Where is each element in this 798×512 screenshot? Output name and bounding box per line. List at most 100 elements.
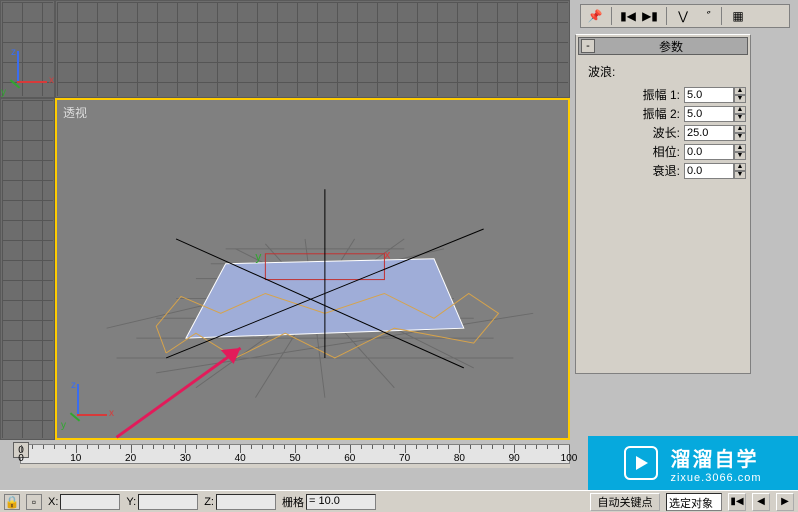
coord-x: X: (48, 494, 120, 510)
time-tick-label: 60 (344, 453, 355, 464)
time-tick-label: 80 (454, 453, 465, 464)
spinner-down-icon[interactable]: ▼ (734, 114, 746, 122)
rollout-header[interactable]: - 参数 (578, 37, 748, 55)
viewport-top-left[interactable]: z x y (0, 0, 55, 98)
param-label: 振幅 1: (630, 86, 680, 103)
spinner-up-icon[interactable]: ▲ (734, 125, 746, 133)
grid-label: 栅格 (282, 494, 304, 510)
time-minor-tick (163, 445, 164, 449)
z-input[interactable] (216, 494, 276, 510)
separator (666, 7, 667, 25)
time-minor-tick (448, 445, 449, 449)
prev-frame-icon[interactable]: ◀ (752, 493, 770, 511)
status-bar: 🔒 ▫ X: Y: Z: 栅格 = 10.0 自动关键点 选定对象 ▮◀ ◀ ▶ (0, 490, 798, 512)
time-minor-tick (32, 445, 33, 449)
param-spinner[interactable]: ▲▼ (684, 106, 746, 122)
watermark-url: zixue.3066.com (670, 472, 761, 484)
filter-icon[interactable]: ް (695, 6, 715, 26)
param-label: 相位: (630, 143, 680, 160)
play-icon[interactable]: ▶ (776, 493, 794, 511)
time-minor-tick (339, 445, 340, 449)
axis-y-label: y (1, 87, 6, 98)
viewport-top-right[interactable] (55, 0, 570, 98)
time-minor-tick (207, 445, 208, 449)
time-minor-tick (558, 445, 559, 449)
param-input[interactable] (684, 163, 734, 179)
time-tick (569, 445, 570, 453)
time-minor-tick (109, 445, 110, 449)
spinner-up-icon[interactable]: ▲ (734, 144, 746, 152)
time-tick-label: 90 (509, 453, 520, 464)
time-minor-tick (142, 445, 143, 449)
time-minor-tick (427, 445, 428, 449)
config-icon[interactable]: ▦ (728, 6, 748, 26)
timeline[interactable]: 0 0102030405060708090100 (20, 444, 570, 468)
rollout-toggle-icon[interactable]: - (581, 39, 595, 53)
annotation-arrow (117, 348, 241, 437)
param-input[interactable] (684, 125, 734, 141)
time-tick (240, 445, 241, 453)
time-tick (21, 445, 22, 453)
spinner-up-icon[interactable]: ▲ (734, 87, 746, 95)
axis-z-label: z (71, 380, 76, 391)
time-minor-tick (262, 445, 263, 449)
time-tick-label: 10 (70, 453, 81, 464)
command-panel: - 参数 波浪: 振幅 1:▲▼振幅 2:▲▼波长:▲▼相位:▲▼衰退:▲▼ (575, 34, 751, 374)
spinner-down-icon[interactable]: ▼ (734, 171, 746, 179)
time-minor-tick (218, 445, 219, 449)
spinner-up-icon[interactable]: ▲ (734, 106, 746, 114)
viewport-area: z x y 透视 (0, 0, 570, 440)
y-input[interactable] (138, 494, 198, 510)
prev-key-icon[interactable]: ▮◀ (618, 6, 638, 26)
param-spinner[interactable]: ▲▼ (684, 144, 746, 160)
time-minor-tick (196, 445, 197, 449)
param-input[interactable] (684, 144, 734, 160)
gizmo-y-label: y (255, 250, 261, 264)
time-minor-tick (174, 445, 175, 449)
time-tick-label: 70 (399, 453, 410, 464)
time-tick (76, 445, 77, 453)
param-input[interactable] (684, 106, 734, 122)
goto-start-icon[interactable]: ▮◀ (728, 493, 746, 511)
time-minor-tick (470, 445, 471, 449)
auto-key-button[interactable]: 自动关键点 (590, 493, 660, 511)
spinner-up-icon[interactable]: ▲ (734, 163, 746, 171)
spinner-down-icon[interactable]: ▼ (734, 133, 746, 141)
grid (57, 2, 568, 96)
next-key-icon[interactable]: ▶▮ (640, 6, 660, 26)
time-minor-tick (273, 445, 274, 449)
z-label: Z: (204, 496, 214, 508)
time-tick (514, 445, 515, 453)
time-minor-tick (361, 445, 362, 449)
axis-z (77, 384, 79, 414)
param-row: 衰退:▲▼ (586, 162, 746, 179)
param-row: 相位:▲▼ (586, 143, 746, 160)
viewport-perspective[interactable]: 透视 (55, 98, 570, 440)
pin-icon[interactable]: 📌 (585, 6, 605, 26)
axis-x (77, 414, 107, 416)
param-spinner[interactable]: ▲▼ (684, 87, 746, 103)
coord-z: Z: (204, 494, 276, 510)
time-minor-tick (492, 445, 493, 449)
param-spinner[interactable]: ▲▼ (684, 163, 746, 179)
x-input[interactable] (60, 494, 120, 510)
time-tick-label: 40 (235, 453, 246, 464)
param-input[interactable] (684, 87, 734, 103)
selection-lock-icon[interactable]: ▫ (26, 494, 42, 510)
spinner-down-icon[interactable]: ▼ (734, 152, 746, 160)
lock-icon[interactable]: 🔒 (4, 494, 20, 510)
time-minor-tick (98, 445, 99, 449)
time-tick (459, 445, 460, 453)
time-tick-label: 20 (125, 453, 136, 464)
spinner-down-icon[interactable]: ▼ (734, 95, 746, 103)
param-spinner[interactable]: ▲▼ (684, 125, 746, 141)
time-tick-label: 0 (18, 453, 24, 464)
viewport-bottom-left[interactable] (0, 98, 55, 440)
time-ruler[interactable]: 0 0102030405060708090100 (20, 444, 570, 464)
param-row: 振幅 1:▲▼ (586, 86, 746, 103)
selection-mode[interactable]: 选定对象 (666, 493, 722, 511)
watermark-title: 溜溜自学 (670, 443, 761, 472)
time-minor-tick (437, 445, 438, 449)
play-icon (624, 446, 658, 480)
select-icon[interactable]: ⋁ (673, 6, 693, 26)
